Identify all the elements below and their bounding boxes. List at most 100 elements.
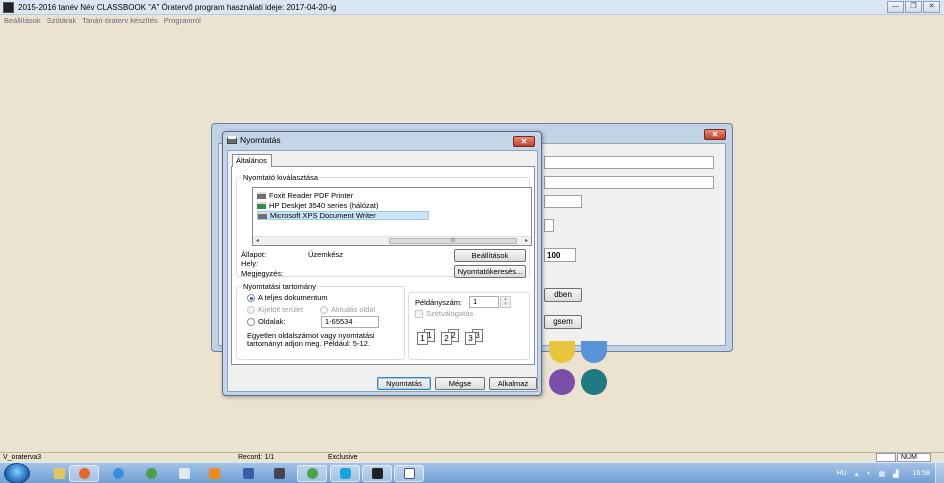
printer-item-xps[interactable]: Microsoft XPS Document Writer xyxy=(257,211,429,220)
chrome-icon xyxy=(145,468,157,479)
minimize-button[interactable]: — xyxy=(887,1,904,13)
taskbar-app-7[interactable] xyxy=(233,465,263,482)
bg-text-field-3[interactable] xyxy=(544,195,582,208)
collate-checkbox xyxy=(415,310,423,318)
skype-icon xyxy=(339,468,351,479)
status-record: Record: 1/1 xyxy=(238,454,275,461)
range-selection-radio xyxy=(247,306,255,314)
printer-selection-group: Nyomtató kiválasztása Foxit Reader PDF P… xyxy=(236,173,532,278)
bg-button-1[interactable]: dben xyxy=(544,288,582,302)
printer-name: Foxit Reader PDF Printer xyxy=(269,191,354,200)
status-label: Állapot: xyxy=(241,250,267,259)
ie-icon xyxy=(112,468,124,479)
clock[interactable]: 16:58 xyxy=(912,470,930,477)
bg-text-field-4[interactable] xyxy=(544,219,554,232)
range-pages-radio[interactable] xyxy=(247,318,255,326)
tab-panel-general: Nyomtató kiválasztása Foxit Reader PDF P… xyxy=(231,166,535,365)
scroll-thumb[interactable]: III xyxy=(389,238,517,244)
media-icon xyxy=(208,468,220,479)
pages-input[interactable]: 1-65534 xyxy=(321,316,379,328)
menu-about[interactable]: Programról xyxy=(164,16,201,25)
printer-name: HP Deskjet 3540 series (hálózat) xyxy=(269,201,379,210)
bg-text-field-2[interactable] xyxy=(544,176,714,189)
status-mode: Exclusive xyxy=(328,454,358,461)
printer-icon xyxy=(227,136,237,144)
copies-spinner[interactable]: ▴ ▾ xyxy=(500,296,511,308)
printer-name: Microsoft XPS Document Writer xyxy=(270,211,376,220)
status-bar: V_oraterva3 Record: 1/1 Exclusive NUM xyxy=(0,452,944,462)
menu-dictionaries[interactable]: Szótárak xyxy=(47,16,77,25)
firefox-icon xyxy=(78,468,90,479)
range-pages-label[interactable]: Oldalak: xyxy=(258,317,286,326)
language-indicator[interactable]: HU xyxy=(837,470,847,477)
printer-list[interactable]: Foxit Reader PDF Printer HP Deskjet 3540… xyxy=(252,187,532,246)
folder-icon xyxy=(53,468,65,479)
taskbar-app-8[interactable] xyxy=(264,465,294,482)
range-selection-label: Kijelölt terület xyxy=(258,305,304,314)
taskbar-app-9[interactable] xyxy=(297,465,327,482)
copies-group: Példányszám: 1 ▴ ▾ Szétválogatás 11 22 33 xyxy=(408,292,530,360)
collate-label: Szétválogatás xyxy=(426,309,474,318)
tab-general[interactable]: Általános xyxy=(232,154,272,167)
scroll-right-icon[interactable]: ▸ xyxy=(522,237,531,245)
status-indicator-empty xyxy=(876,453,896,462)
range-all-radio[interactable] xyxy=(247,294,255,302)
start-button[interactable] xyxy=(4,463,30,483)
settings-button[interactable]: Beállítások xyxy=(454,249,526,262)
status-form-name: V_oraterva3 xyxy=(3,454,42,461)
save-icon xyxy=(242,468,254,479)
document-icon xyxy=(178,468,190,479)
range-all-label[interactable]: A teljes dokumentum xyxy=(258,293,328,302)
calculator-icon xyxy=(273,468,285,479)
apply-button[interactable]: Alkalmaz xyxy=(489,377,537,390)
taskbar-firefox[interactable] xyxy=(69,465,99,482)
print-dialog-titlebar: Nyomtatás xyxy=(227,135,281,145)
printer-icon xyxy=(257,192,266,199)
menu-lesson-plan[interactable]: Tanári óraterv készítés xyxy=(82,16,157,25)
taskbar-app-5[interactable] xyxy=(169,465,199,482)
taskbar-classbook[interactable] xyxy=(362,465,392,482)
range-current-label: Aktuális oldal xyxy=(331,305,376,314)
purple-circle xyxy=(549,369,575,395)
background-close-button[interactable]: ✕ xyxy=(704,129,726,140)
bg-button-2[interactable]: gsem xyxy=(544,315,582,329)
find-printer-button[interactable]: Nyomtatókeresés... xyxy=(454,265,526,278)
network-icon[interactable]: ▦ xyxy=(878,470,885,478)
scroll-left-icon[interactable]: ◂ xyxy=(253,237,262,245)
taskbar-media[interactable] xyxy=(199,465,229,482)
restore-button[interactable]: ❐ xyxy=(905,1,922,13)
bg-value-field[interactable]: 100 xyxy=(544,248,576,262)
taskbar-skype[interactable] xyxy=(330,465,360,482)
app-title: 2015-2016 tanév Név CLASSBOOK "A" Órater… xyxy=(18,2,337,12)
yellow-circle xyxy=(549,341,575,363)
printer-list-scrollbar[interactable]: ◂ III ▸ xyxy=(253,236,531,245)
printer-icon xyxy=(258,212,267,219)
print-range-label: Nyomtatási tartomány xyxy=(242,282,317,291)
taskbar-ie[interactable] xyxy=(103,465,133,482)
signal-icon[interactable]: ▟ xyxy=(893,470,898,478)
printer-selection-label: Nyomtató kiválasztása xyxy=(242,173,320,182)
printer-item-foxit[interactable]: Foxit Reader PDF Printer xyxy=(257,191,357,200)
print-dialog-body: Általános Nyomtató kiválasztása Foxit Re… xyxy=(227,150,538,392)
close-app-button[interactable]: ✕ xyxy=(923,1,940,13)
blue-circle xyxy=(581,341,607,363)
bg-text-field-1[interactable] xyxy=(544,156,714,169)
volume-icon[interactable]: ◖ xyxy=(866,470,870,477)
collate-preview-icon: 11 22 33 xyxy=(417,329,485,345)
menu-bar: Beállítások Szótárak Tanári óraterv kész… xyxy=(0,15,944,26)
taskbar-app-12[interactable] xyxy=(394,465,424,482)
teal-circle xyxy=(581,369,607,395)
tray-arrow-icon[interactable]: ▴ xyxy=(855,470,859,478)
num-lock-indicator: NUM xyxy=(897,453,931,462)
taskbar-chrome[interactable] xyxy=(136,465,166,482)
print-dialog-title: Nyomtatás xyxy=(240,135,281,145)
print-dialog: Nyomtatás ✕ Általános Nyomtató kiválaszt… xyxy=(222,131,542,396)
print-button[interactable]: Nyomtatás xyxy=(377,377,431,390)
cancel-button[interactable]: Mégse xyxy=(435,377,485,390)
show-desktop-button[interactable] xyxy=(935,463,944,483)
copies-input[interactable]: 1 xyxy=(469,296,499,308)
printer-item-hp[interactable]: HP Deskjet 3540 series (hálózat) xyxy=(257,201,383,210)
print-range-group: Nyomtatási tartomány A teljes dokumentum… xyxy=(236,282,405,360)
print-dialog-close-button[interactable]: ✕ xyxy=(513,136,535,147)
menu-settings[interactable]: Beállítások xyxy=(4,16,41,25)
